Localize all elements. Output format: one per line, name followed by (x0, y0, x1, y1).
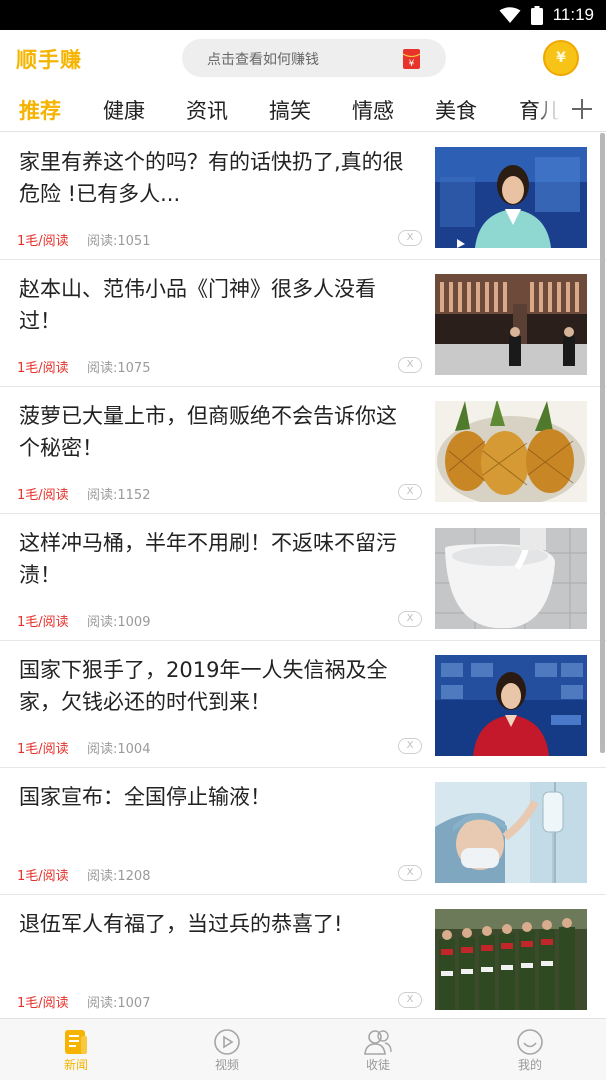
tab-food[interactable]: 美食 (435, 95, 477, 125)
tab-recommend[interactable]: 推荐 (19, 95, 61, 125)
nav-news-label: 新闻 (63, 1058, 88, 1072)
article-read-count: 阅读:1051 (87, 234, 151, 249)
article-item[interactable]: 菠萝已大量上市，但商贩绝不会告诉你这个秘密！ 1毛/阅读 阅读:1152 X (0, 387, 606, 514)
battery-icon (530, 5, 543, 25)
profile-icon (516, 1028, 544, 1056)
bottom-nav: 新闻 视频 收徒 我的 (0, 1018, 606, 1080)
svg-text:¥: ¥ (409, 59, 415, 69)
add-tab-icon[interactable] (564, 86, 606, 131)
app-logo: 顺手赚 (16, 48, 82, 72)
article-title[interactable]: 家里有养这个的吗？有的话快扔了,真的很危险 !已有多人... (19, 146, 417, 210)
pineapple-thumbnail[interactable] (435, 401, 587, 502)
tab-funny[interactable]: 搞笑 (269, 95, 311, 125)
tab-emotion[interactable]: 情感 (352, 95, 394, 125)
app-header: 顺手赚 点击查看如何赚钱 ¥ ¥ (0, 30, 606, 86)
article-reward: 1毛/阅读 (17, 869, 69, 884)
tab-health[interactable]: 健康 (103, 95, 145, 125)
status-time: 11:19 (552, 5, 594, 24)
article-item[interactable]: 国家宣布：全国停止输液！ 1毛/阅读 阅读:1208 X (0, 768, 606, 895)
article-read-count: 阅读:1009 (87, 615, 151, 630)
article-read-count: 阅读:1075 (87, 361, 151, 376)
soldiers-thumbnail[interactable] (435, 909, 587, 1010)
search-placeholder: 点击查看如何赚钱 (207, 52, 319, 68)
nav-news[interactable]: 新闻 (36, 1019, 116, 1080)
article-read-count: 阅读:1208 (87, 869, 151, 884)
feed-scrollbar[interactable] (600, 133, 605, 753)
coin-icon[interactable]: ¥ (543, 40, 579, 76)
nav-video[interactable]: 视频 (187, 1019, 267, 1080)
article-read-count: 阅读:1004 (87, 742, 151, 757)
nav-profile[interactable]: 我的 (490, 1019, 570, 1080)
nav-apprentice-label: 收徒 (365, 1058, 390, 1072)
article-title[interactable]: 退伍军人有福了，当过兵的恭喜了! (19, 908, 417, 940)
category-tabs: 推荐 健康 资讯 搞笑 情感 美食 育儿 (0, 86, 606, 132)
nav-apprentice[interactable]: 收徒 (338, 1019, 418, 1080)
article-reward: 1毛/阅读 (17, 615, 69, 630)
apprentice-icon (364, 1028, 392, 1056)
dismiss-icon[interactable]: X (398, 230, 422, 246)
nav-video-label: 视频 (214, 1058, 239, 1072)
wifi-icon (499, 6, 521, 24)
article-reward: 1毛/阅读 (17, 488, 69, 503)
article-title[interactable]: 这样冲马桶，半年不用刷！不返味不留污渍！ (19, 527, 417, 591)
article-read-count: 阅读:1007 (87, 996, 151, 1011)
article-reward: 1毛/阅读 (17, 361, 69, 376)
article-title[interactable]: 赵本山、范伟小品《门神》很多人没看过！ (19, 273, 417, 337)
dismiss-icon[interactable]: X (398, 992, 422, 1008)
iv-drip-thumbnail[interactable] (435, 782, 587, 883)
stage-scene-thumbnail[interactable] (435, 274, 587, 375)
article-item[interactable]: 国家下狠手了，2019年一人失信祸及全家，欠钱必还的时代到来！ 1毛/阅读 阅读… (0, 641, 606, 768)
article-title[interactable]: 国家下狠手了，2019年一人失信祸及全家，欠钱必还的时代到来！ (19, 654, 417, 718)
article-item[interactable]: 家里有养这个的吗？有的话快扔了,真的很危险 !已有多人... 1毛/阅读 阅读:… (0, 133, 606, 260)
tab-news[interactable]: 资讯 (186, 95, 228, 125)
article-item[interactable]: 退伍军人有福了，当过兵的恭喜了! 1毛/阅读 阅读:1007 X (0, 895, 606, 1022)
video-icon (213, 1028, 241, 1056)
news-anchor-thumbnail[interactable] (435, 147, 587, 248)
news-icon (62, 1028, 90, 1056)
red-packet-icon[interactable]: ¥ (402, 49, 421, 73)
status-bar: 11:19 (0, 0, 606, 30)
search-box[interactable]: 点击查看如何赚钱 ¥ (182, 39, 446, 77)
article-item[interactable]: 这样冲马桶，半年不用刷！不返味不留污渍！ 1毛/阅读 阅读:1009 X (0, 514, 606, 641)
article-reward: 1毛/阅读 (17, 234, 69, 249)
article-title[interactable]: 国家宣布：全国停止输液！ (19, 781, 417, 813)
dismiss-icon[interactable]: X (398, 484, 422, 500)
article-item[interactable]: 赵本山、范伟小品《门神》很多人没看过！ 1毛/阅读 阅读:1075 X (0, 260, 606, 387)
tabs-fade (536, 86, 564, 131)
news-anchor-thumbnail[interactable] (435, 655, 587, 756)
dismiss-icon[interactable]: X (398, 865, 422, 881)
article-reward: 1毛/阅读 (17, 996, 69, 1011)
article-reward: 1毛/阅读 (17, 742, 69, 757)
dismiss-icon[interactable]: X (398, 611, 422, 627)
article-read-count: 阅读:1152 (87, 488, 151, 503)
article-title[interactable]: 菠萝已大量上市，但商贩绝不会告诉你这个秘密！ (19, 400, 417, 464)
dismiss-icon[interactable]: X (398, 357, 422, 373)
dismiss-icon[interactable]: X (398, 738, 422, 754)
nav-profile-label: 我的 (517, 1058, 542, 1072)
toilet-thumbnail[interactable] (435, 528, 587, 629)
